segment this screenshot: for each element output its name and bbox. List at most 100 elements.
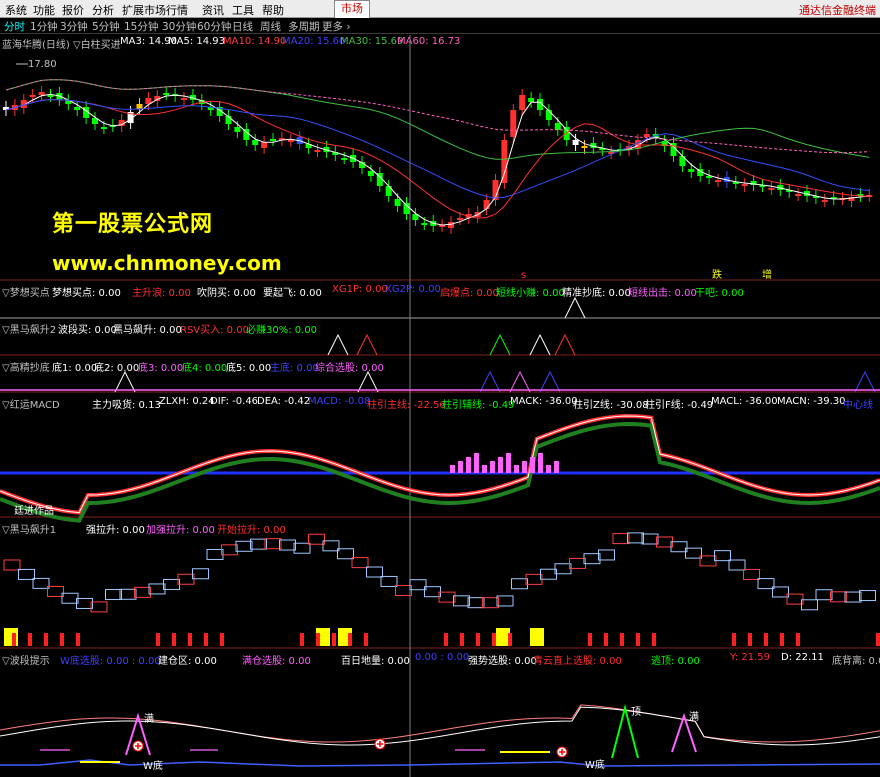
candle-body — [100, 127, 107, 129]
candle-body — [38, 92, 45, 95]
stair-box — [264, 538, 282, 550]
candle-body — [47, 95, 54, 97]
moving-average-line — [5, 79, 870, 154]
candle-body — [287, 140, 294, 142]
red-volume-bar — [588, 633, 592, 646]
stair-box — [308, 533, 325, 545]
panel4-item: ZLXH: 0.24 — [159, 396, 215, 407]
candle-body — [545, 110, 552, 120]
w-bottom-label: W底 — [143, 759, 163, 772]
stair-box — [598, 549, 615, 561]
stair-box — [612, 533, 630, 545]
candle-body — [554, 123, 561, 130]
panel3-marker — [539, 370, 561, 393]
panel6-item: 满仓选股: 0.00 — [242, 656, 311, 665]
panel1-item: 短线小赚: 0.00 — [496, 288, 565, 297]
panel2-title[interactable]: ▽黑马飙升2 — [2, 321, 56, 334]
panel1-item: XG1P: 0.00 — [332, 284, 388, 295]
red-volume-bar — [732, 633, 736, 646]
panel3-marker — [509, 370, 531, 393]
stair-box — [743, 568, 760, 580]
candle-body — [163, 93, 170, 95]
stair-box — [830, 591, 847, 603]
stair-box — [148, 583, 166, 595]
stair-box — [279, 539, 296, 551]
red-volume-bar — [364, 633, 368, 646]
candle-body — [581, 146, 588, 148]
candle-body — [741, 184, 748, 186]
stair-box — [496, 595, 514, 607]
red-volume-bar — [156, 633, 160, 646]
bottom-wave-line — [0, 759, 880, 767]
panel2-marker — [327, 333, 349, 356]
panel3-marker — [357, 370, 379, 393]
candle-body — [572, 140, 579, 145]
panel3-title[interactable]: ▽高精抄底 — [2, 359, 50, 372]
stair-box — [699, 555, 717, 567]
panel1-item: XG2P: 0.00 — [385, 284, 441, 295]
macd-histogram-bar — [522, 461, 527, 473]
panel1-item: 要起飞: 0.00 — [263, 288, 322, 297]
panel1-title[interactable]: ▽梦想买点 — [2, 284, 50, 297]
stair-box — [786, 593, 804, 605]
stair-box — [177, 573, 195, 585]
stair-box — [424, 586, 441, 598]
candle-body — [688, 169, 695, 172]
candle-body — [136, 104, 143, 109]
red-volume-bar — [348, 633, 352, 646]
panel6-item: 0.00 : 0.00 — [415, 652, 470, 663]
panel4-item: DIF: -0.46 — [210, 396, 259, 407]
stair-box — [119, 588, 137, 600]
panel2-item: RSV买入: 0.00 — [180, 325, 249, 334]
stair-box — [192, 568, 209, 580]
macd-histogram-bar — [466, 457, 471, 473]
wave-line — [0, 706, 880, 746]
panel6-item: 强势选股: 0.00 — [468, 656, 537, 665]
panel4-item: MACD: -0.08 — [308, 396, 371, 407]
candle-body — [385, 186, 392, 196]
red-volume-bar — [636, 633, 640, 646]
stair-box — [670, 541, 688, 553]
red-volume-bar — [188, 633, 192, 646]
red-volume-bar — [220, 633, 224, 646]
signal-mark-drop: 跌 — [712, 268, 722, 281]
stair-box — [583, 553, 601, 565]
panel4-item: DEA: -0.42 — [257, 396, 311, 407]
panel4-item: 中心线 — [843, 400, 873, 409]
panel4-item: 柱引F线: -0.49 — [645, 400, 714, 409]
panel6-title[interactable]: ▽波段提示 — [2, 652, 50, 665]
stair-box — [293, 542, 311, 554]
stair-box — [221, 544, 238, 556]
candle-body — [314, 150, 321, 152]
panel3-item: 底3: 0.00 — [138, 363, 184, 372]
stair-box — [351, 557, 369, 569]
panel1-item: 干吧: 0.00 — [695, 288, 744, 297]
panel4-title[interactable]: ▽红运MACD — [2, 396, 60, 409]
stair-box — [76, 597, 93, 609]
candle-body — [394, 199, 401, 206]
stair-box — [641, 533, 659, 545]
stair-box — [859, 590, 876, 602]
full-position-label: 满 — [144, 713, 154, 725]
stair-box — [3, 559, 21, 571]
candle-body — [519, 95, 526, 110]
panel1-item: 梦想买点: 0.00 — [52, 288, 121, 297]
panel6-item: 逃顶: 0.00 — [651, 656, 700, 665]
red-volume-bar — [604, 633, 608, 646]
panel3-item: 主底: 0.00 — [270, 363, 319, 372]
stair-box — [772, 586, 789, 598]
red-volume-bar — [444, 633, 448, 646]
panel2-header: ▽黑马飙升2 波段买: 0.00 黑马飙升: 0.00 RSV买入: 0.00 … — [0, 320, 880, 334]
candle-body — [29, 95, 36, 97]
candle-body — [643, 134, 650, 137]
candle-body — [483, 200, 490, 209]
candle-body — [501, 140, 508, 183]
panel5-item: 加强拉升: 0.00 — [146, 525, 215, 534]
panel6-item: D: 22.11 — [781, 652, 824, 663]
panel5-title[interactable]: ▽黑马飙升1 — [2, 521, 56, 534]
panel2-item: 必赚30%: 0.00 — [246, 325, 318, 334]
panel3-item: 底1: 0.00 — [52, 363, 98, 372]
red-volume-bar — [492, 633, 496, 646]
candle-body — [795, 194, 802, 196]
stair-box — [801, 599, 818, 611]
